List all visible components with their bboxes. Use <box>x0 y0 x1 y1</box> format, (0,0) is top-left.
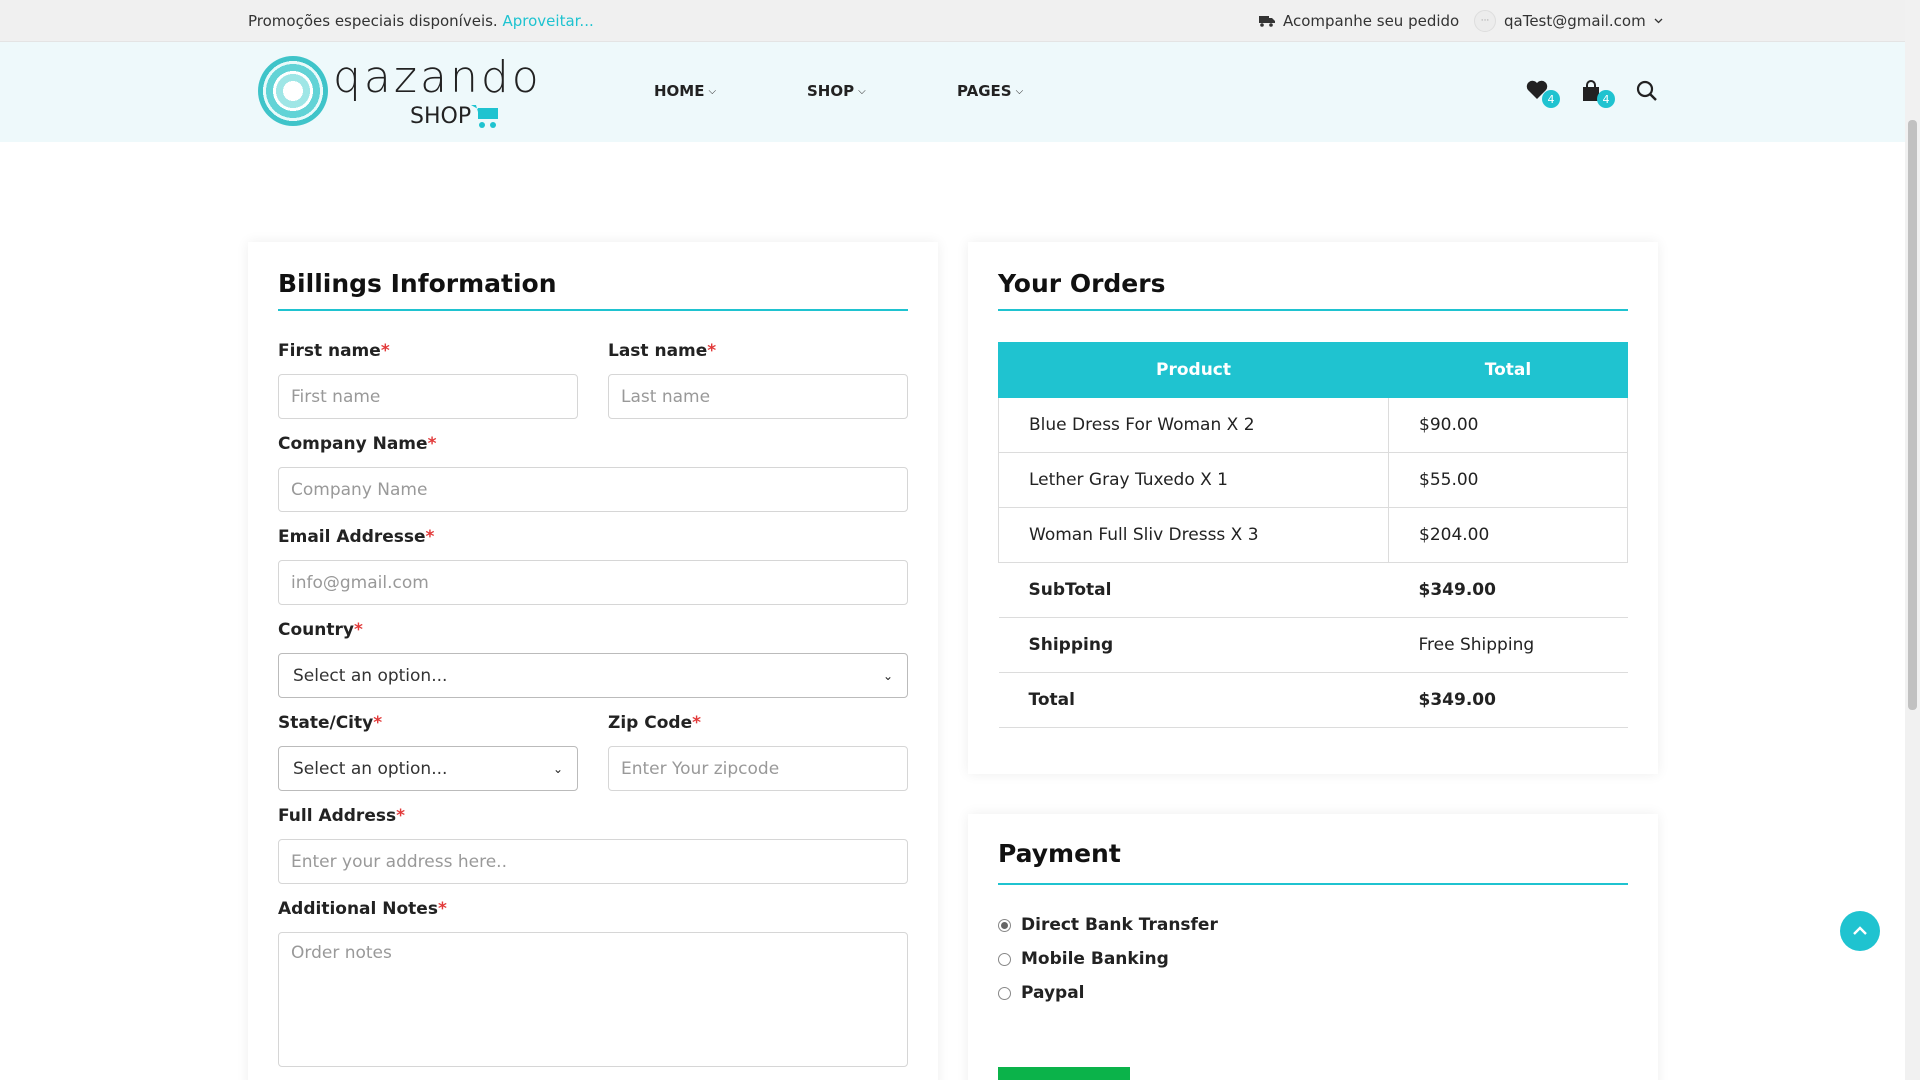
payment-option-paypal[interactable]: Paypal <box>998 983 1085 1003</box>
place-order-button[interactable] <box>998 1067 1130 1080</box>
orders-title-rule <box>998 309 1628 311</box>
search-button[interactable] <box>1636 80 1662 106</box>
orders-title: Your Orders <box>998 269 1166 298</box>
radio-button[interactable] <box>998 986 1011 1000</box>
orders-table: Product Total Blue Dress For Woman X 2 $… <box>998 342 1628 728</box>
payment-option-label: Paypal <box>1021 983 1085 1003</box>
order-item-total: $90.00 <box>1388 397 1628 453</box>
order-item-product: Woman Full Sliv Dresss X 3 <box>998 507 1389 563</box>
chevron-up-icon <box>1853 926 1867 935</box>
zip-code-label: Zip Code* <box>608 713 701 733</box>
total-value: $349.00 <box>1388 672 1628 728</box>
avatar: ··· <box>1474 10 1496 32</box>
billing-title-rule <box>278 309 908 311</box>
email-input[interactable] <box>278 560 908 605</box>
track-order-label: Acompanhe seu pedido <box>1283 12 1460 30</box>
promo-text: Promoções especiais disponíveis. <box>248 12 498 30</box>
billing-card: Billings Information First name* Last na… <box>248 242 938 1080</box>
company-name-label: Company Name* <box>278 434 437 454</box>
nav-shop-label: SHOP <box>807 82 855 100</box>
radio-button[interactable] <box>998 918 1011 932</box>
payment-title: Payment <box>998 839 1121 868</box>
logo-subtext: SHOP <box>410 104 472 129</box>
subtotal-value: $349.00 <box>1388 562 1628 618</box>
state-city-label: State/City* <box>278 713 383 733</box>
last-name-input[interactable] <box>608 374 908 419</box>
chevron-down-icon: ⌵ <box>858 85 866 97</box>
track-order-link[interactable]: Acompanhe seu pedido <box>1259 12 1459 30</box>
search-icon <box>1636 80 1657 101</box>
user-email: qaTest@gmail.com <box>1504 12 1646 30</box>
scrollbar-thumb[interactable] <box>1908 120 1917 710</box>
shipping-row: Shipping Free Shipping <box>998 617 1628 673</box>
full-address-label: Full Address* <box>278 806 405 826</box>
payment-option-bank-transfer[interactable]: Direct Bank Transfer <box>998 915 1218 935</box>
user-account-menu[interactable]: ··· qaTest@gmail.com <box>1474 10 1663 32</box>
shipping-value: Free Shipping <box>1388 617 1628 673</box>
cart-count-badge: 4 <box>1597 90 1615 108</box>
payment-option-label: Direct Bank Transfer <box>1021 915 1218 935</box>
nav-pages[interactable]: PAGES ⌵ <box>957 82 1023 100</box>
order-item-total: $55.00 <box>1388 452 1628 508</box>
nav-home-label: HOME <box>654 82 705 100</box>
country-select[interactable]: Select an option... ⌄ <box>278 653 908 698</box>
promo-message: Promoções especiais disponíveis. Aprovei… <box>248 12 594 30</box>
table-row: Woman Full Sliv Dresss X 3 $204.00 <box>998 507 1628 563</box>
total-label: Total <box>998 672 1389 728</box>
chevron-down-icon: ⌵ <box>1015 85 1024 97</box>
full-address-input[interactable] <box>278 839 908 884</box>
zip-code-input[interactable] <box>608 746 908 791</box>
wishlist-button[interactable]: 4 <box>1526 80 1560 108</box>
first-name-label: First name* <box>278 341 390 361</box>
promo-link[interactable]: Aproveitar... <box>503 12 594 30</box>
chevron-down-icon: ⌄ <box>552 761 563 776</box>
logo-cart-icon <box>471 105 498 128</box>
total-column-header: Total <box>1388 342 1628 398</box>
shipping-label: Shipping <box>998 617 1389 673</box>
payment-option-mobile-banking[interactable]: Mobile Banking <box>998 949 1169 969</box>
top-promo-bar: Promoções especiais disponíveis. Aprovei… <box>0 0 1905 42</box>
page-scrollbar[interactable] <box>1905 0 1920 1080</box>
wishlist-count-badge: 4 <box>1542 90 1560 108</box>
radio-button[interactable] <box>998 952 1011 966</box>
nav-pages-label: PAGES <box>957 82 1012 100</box>
subtotal-row: SubTotal $349.00 <box>998 562 1628 618</box>
chevron-down-icon: ⌵ <box>708 85 717 97</box>
truck-icon <box>1259 16 1275 27</box>
scroll-to-top-button[interactable] <box>1840 911 1880 951</box>
payment-option-label: Mobile Banking <box>1021 949 1169 969</box>
chevron-down-icon: ⌄ <box>882 668 893 683</box>
company-name-input[interactable] <box>278 467 908 512</box>
table-row: Lether Gray Tuxedo X 1 $55.00 <box>998 452 1628 508</box>
additional-notes-label: Additional Notes* <box>278 899 447 919</box>
country-select-value: Select an option... <box>293 665 448 686</box>
state-city-select-value: Select an option... <box>293 758 448 779</box>
total-row: Total $349.00 <box>998 672 1628 728</box>
main-header: qazando SHOP HOME ⌵ SHOP ⌵ PAGES ⌵ 4 4 <box>0 42 1905 142</box>
email-label: Email Addresse* <box>278 527 435 547</box>
state-city-select[interactable]: Select an option... ⌄ <box>278 746 578 791</box>
nav-home[interactable]: HOME ⌵ <box>654 82 716 100</box>
subtotal-label: SubTotal <box>998 562 1389 618</box>
product-column-header: Product <box>998 342 1389 398</box>
country-label: Country* <box>278 620 363 640</box>
payment-title-rule <box>998 883 1628 885</box>
logo-mark <box>258 56 328 126</box>
logo-text: qazando <box>333 52 542 103</box>
cart-button[interactable]: 4 <box>1581 80 1615 108</box>
last-name-label: Last name* <box>608 341 717 361</box>
nav-shop[interactable]: SHOP ⌵ <box>807 82 866 100</box>
chevron-down-icon <box>1654 18 1663 24</box>
table-row: Blue Dress For Woman X 2 $90.00 <box>998 397 1628 453</box>
billing-title: Billings Information <box>278 269 557 298</box>
payment-card: Payment <box>968 814 1658 1080</box>
order-item-product: Blue Dress For Woman X 2 <box>998 397 1389 453</box>
order-notes-textarea[interactable] <box>278 932 908 1067</box>
order-item-product: Lether Gray Tuxedo X 1 <box>998 452 1389 508</box>
site-logo[interactable]: qazando SHOP <box>258 52 539 134</box>
order-item-total: $204.00 <box>1388 507 1628 563</box>
first-name-input[interactable] <box>278 374 578 419</box>
